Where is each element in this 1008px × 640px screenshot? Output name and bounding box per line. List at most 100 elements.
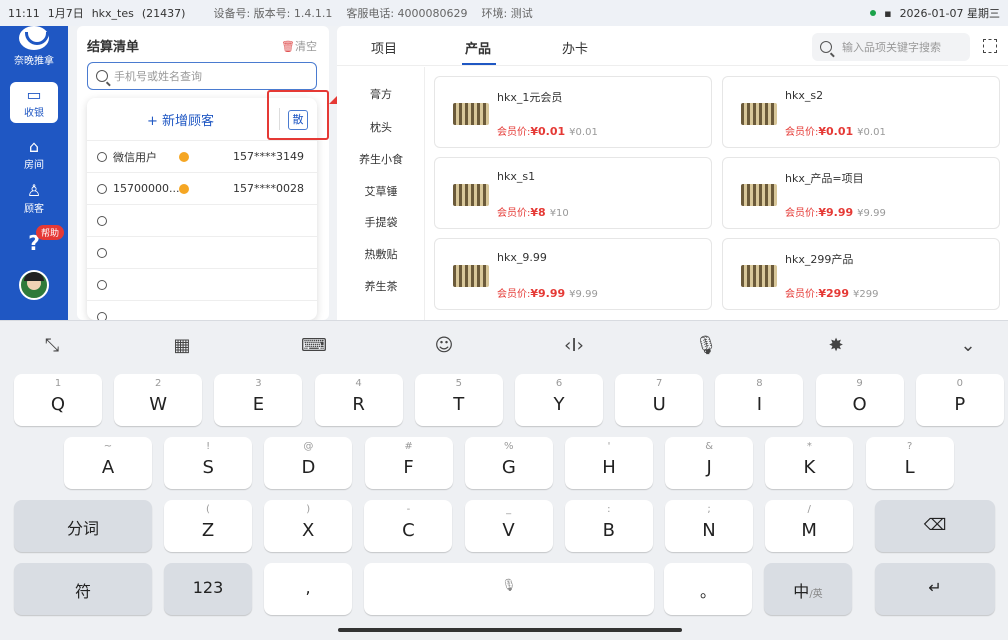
key-l[interactable]: ? L xyxy=(865,437,954,489)
key-label: X xyxy=(302,520,315,541)
key-y[interactable]: 6Y xyxy=(515,374,603,426)
key-q[interactable]: 1Q xyxy=(14,374,102,426)
key-n[interactable]: ; N xyxy=(665,500,753,552)
product-panel: 项目 产品 办卡 输入品项关键字搜索 膏方 枕头 养生小食 艾草锤 手提袋 热敷… xyxy=(337,26,1008,320)
category-item[interactable]: 膏方 xyxy=(337,86,425,102)
key-m[interactable]: / M xyxy=(765,500,854,552)
key-h[interactable]: ' H xyxy=(565,437,653,489)
grid-icon[interactable]: ▦ xyxy=(168,335,196,361)
history-icon xyxy=(97,247,107,258)
skin-icon[interactable]: ✸ xyxy=(822,335,850,361)
customer-search-input[interactable]: 手机号或姓名查询 xyxy=(87,62,317,90)
key-f[interactable]: # F xyxy=(364,437,453,489)
key-secondary-label: 1 xyxy=(54,378,62,389)
period-key[interactable]: 。 xyxy=(664,563,752,615)
product-card[interactable]: hkx_s2 会员价:¥0.01 ¥0.01 xyxy=(722,76,1000,148)
category-item[interactable]: 艾草锤 xyxy=(337,183,425,199)
collapse-arrows-icon[interactable]: ⤡ xyxy=(38,335,66,361)
backspace-key[interactable]: ⌫ xyxy=(875,500,995,552)
tab-card[interactable]: 办卡 xyxy=(562,38,588,57)
emoji-icon[interactable]: ☺ xyxy=(430,335,458,361)
key-j[interactable]: & J xyxy=(665,437,754,489)
key-secondary-label: ( xyxy=(206,504,210,515)
member-price: ¥299 xyxy=(818,287,849,300)
key-r[interactable]: 4R xyxy=(314,374,403,426)
product-card[interactable]: hkx_9.99 会员价:¥9.99 ¥9.99 xyxy=(434,238,712,310)
key-u[interactable]: 7U xyxy=(615,374,704,426)
key-w[interactable]: 2W xyxy=(114,374,203,426)
fenci-key[interactable]: 分词 xyxy=(14,500,152,552)
key-x[interactable]: ) X xyxy=(264,500,353,552)
category-item[interactable]: 养生小食 xyxy=(337,151,425,167)
cursor-icon[interactable]: ‹I› xyxy=(560,335,588,361)
customer-phone: 157****0028 xyxy=(233,182,304,195)
product-card[interactable]: hkx_299产品 会员价:¥299 ¥299 xyxy=(722,238,1000,310)
category-item[interactable]: 手提袋 xyxy=(337,214,425,230)
key-v[interactable]: _ V xyxy=(464,500,553,552)
device-info-item: 设备号: 版本号: 1.4.1.1 xyxy=(213,7,333,20)
customer-row[interactable] xyxy=(87,236,317,268)
product-card[interactable]: hkx_产品=项目 会员价:¥9.99 ¥9.99 xyxy=(722,157,1000,229)
product-image xyxy=(741,184,777,206)
key-a[interactable]: ~ A xyxy=(64,437,152,489)
number-key[interactable]: 123 xyxy=(164,563,252,615)
key-label: A xyxy=(101,457,115,478)
key-k[interactable]: * K xyxy=(765,437,854,489)
key-e[interactable]: 3E xyxy=(214,374,303,426)
product-name: hkx_产品=项目 xyxy=(785,172,864,185)
key-secondary-label: @ xyxy=(303,441,314,452)
comma-key[interactable]: , xyxy=(264,563,352,615)
key-label: 123 xyxy=(192,578,224,597)
key-b[interactable]: :B xyxy=(564,500,653,552)
history-icon xyxy=(97,215,107,226)
category-list: 膏方 枕头 养生小食 艾草锤 手提袋 热敷贴 养生茶 xyxy=(337,67,425,320)
help-badge[interactable]: 帮助 xyxy=(36,225,65,240)
clear-button[interactable]: 🗑清空 xyxy=(281,38,317,54)
nav-item-customer[interactable]: ♙ 顾客 xyxy=(10,182,58,216)
key-secondary-label: 9 xyxy=(856,378,863,389)
keyboard-icon[interactable]: ⌨ xyxy=(300,335,328,361)
customer-row[interactable]: 15700000... 157****0028 xyxy=(87,172,317,204)
key-label: K xyxy=(803,457,816,478)
category-item[interactable]: 养生茶 xyxy=(337,278,425,294)
home-indicator[interactable] xyxy=(338,628,682,632)
key-o[interactable]: 9O xyxy=(815,374,904,426)
enter-key[interactable]: ↵ xyxy=(875,563,995,615)
tab-project[interactable]: 项目 xyxy=(371,38,397,57)
vip-icon xyxy=(179,183,189,194)
product-image xyxy=(741,103,777,125)
product-card[interactable]: hkx_1元会员 会员价:¥0.01 ¥0.01 xyxy=(434,76,712,148)
customer-row[interactable] xyxy=(87,268,317,300)
chevron-down-icon[interactable]: ⌄ xyxy=(954,335,982,361)
key-i[interactable]: 8I xyxy=(715,374,804,426)
customer-row[interactable]: 微信用户 157****3149 xyxy=(87,140,317,172)
key-d[interactable]: @ D xyxy=(264,437,353,489)
category-item[interactable]: 枕头 xyxy=(337,119,425,135)
key-c[interactable]: -C xyxy=(364,500,453,552)
product-price: 会员价:¥9.99 ¥9.99 xyxy=(497,285,598,300)
nav-item-room[interactable]: ⌂ 房间 xyxy=(10,138,58,172)
category-item[interactable]: 热敷贴 xyxy=(337,246,425,262)
status-datetime: 2026-01-07 星期三 xyxy=(899,7,1000,20)
symbol-key[interactable]: 符 xyxy=(14,563,152,615)
key-s[interactable]: ! S xyxy=(164,437,253,489)
product-card[interactable]: hkx_s1 会员价:¥8 ¥10 xyxy=(434,157,712,229)
key-g[interactable]: % G xyxy=(464,437,553,489)
space-key[interactable]: 🎙 xyxy=(364,563,654,615)
trash-icon: 🗑 xyxy=(281,40,295,53)
key-secondary-label: ' xyxy=(607,441,611,452)
member-price-label: 会员价: xyxy=(497,208,531,219)
key-z[interactable]: (Z xyxy=(164,500,252,552)
customer-row[interactable] xyxy=(87,204,317,236)
avatar[interactable] xyxy=(19,270,49,300)
customer-row[interactable] xyxy=(87,300,317,320)
scan-icon[interactable] xyxy=(983,39,997,53)
tab-product[interactable]: 产品 xyxy=(465,38,491,57)
key-t[interactable]: 5T xyxy=(414,374,503,426)
add-customer-button[interactable]: + 新增顾客 xyxy=(147,110,214,129)
language-key[interactable]: 中/英 xyxy=(764,563,852,615)
nav-item-cashier[interactable]: ▭ 收银 xyxy=(10,82,58,123)
key-p[interactable]: 0P xyxy=(915,374,1004,426)
microphone-icon[interactable]: 🎙 xyxy=(692,335,720,361)
product-search-input[interactable]: 输入品项关键字搜索 xyxy=(812,33,970,61)
